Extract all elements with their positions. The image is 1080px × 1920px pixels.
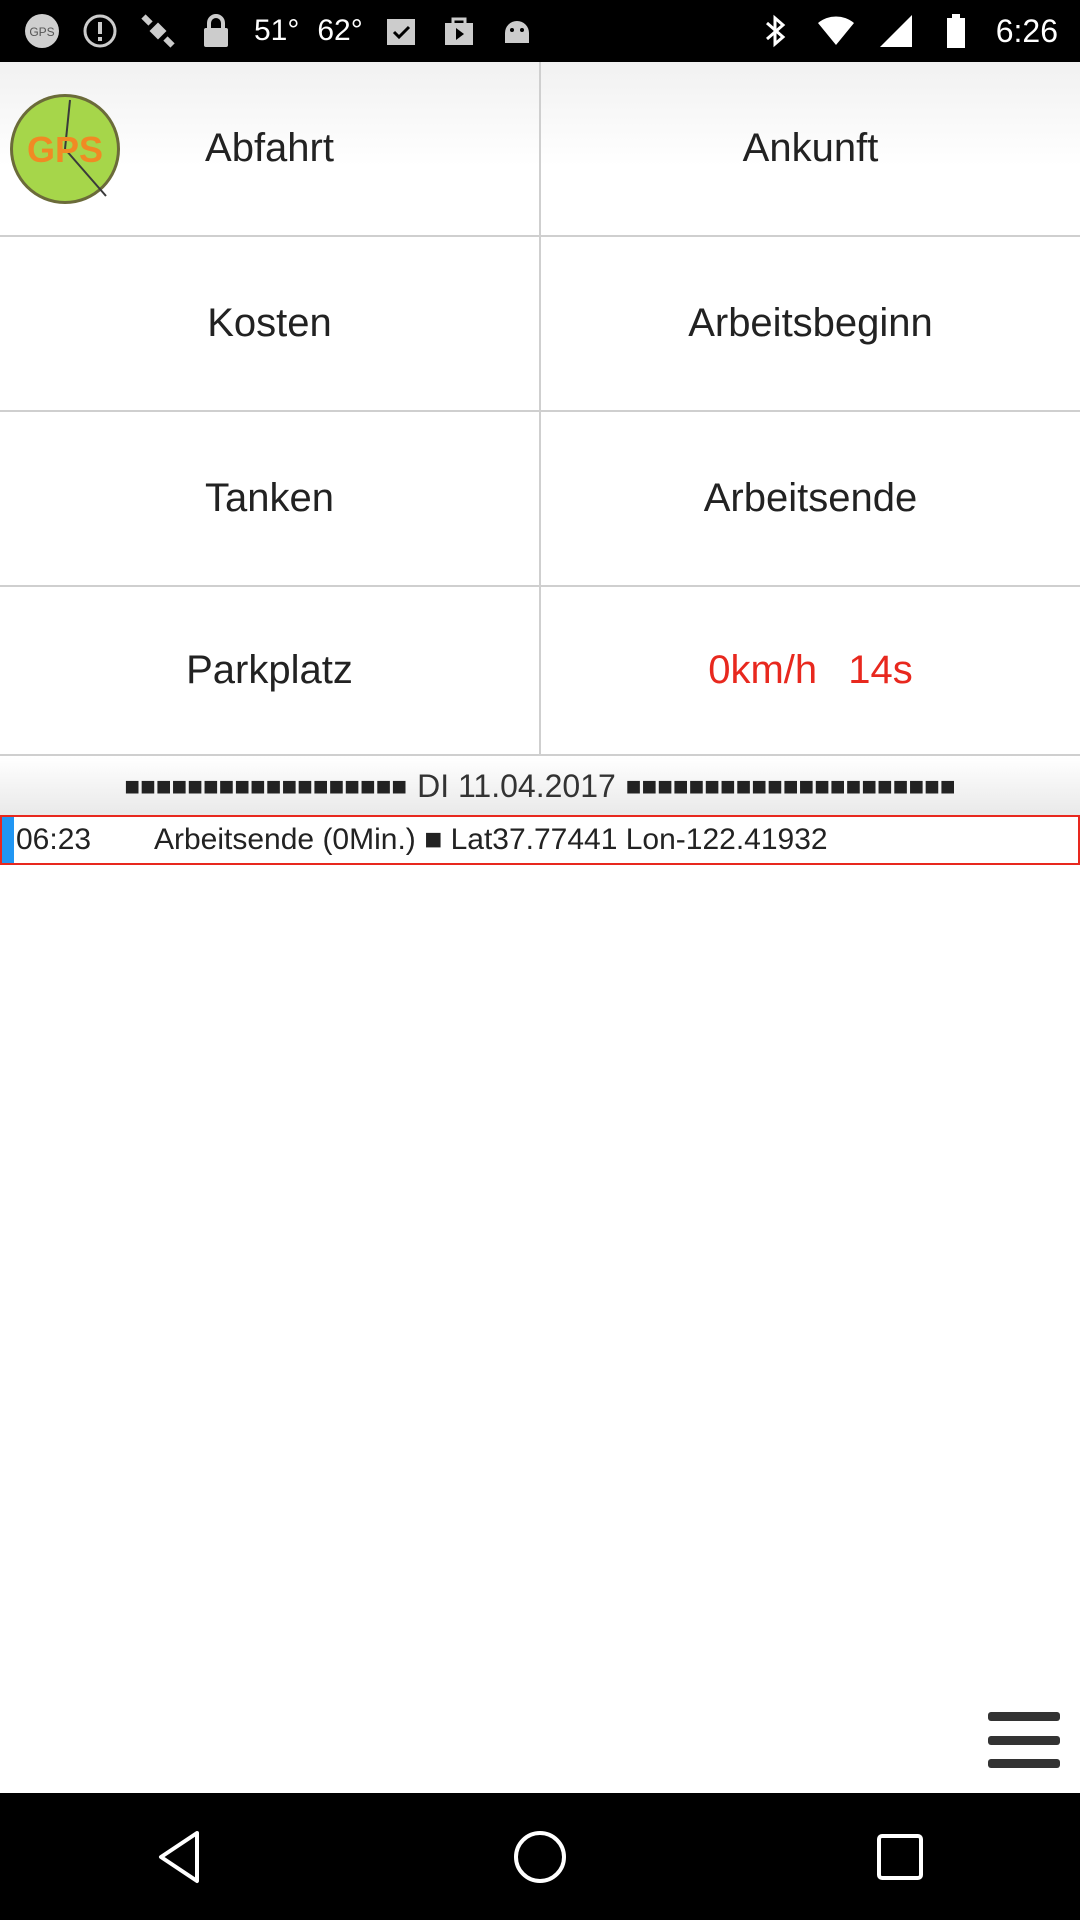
speed-display[interactable]: 0km/h 14s [541, 587, 1080, 754]
date-header: ■■■■■■■■■■■■■■■■■■ DI 11.04.2017 ■■■■■■■… [0, 757, 1080, 815]
menu-icon[interactable] [988, 1712, 1060, 1768]
grid-row-4: Parkplatz 0km/h 14s [0, 587, 1080, 756]
parkplatz-label: Parkplatz [186, 648, 353, 692]
home-icon[interactable] [500, 1817, 580, 1897]
entry-text: Arbeitsende (0Min.) ■ Lat37.77441 Lon-12… [154, 823, 828, 856]
gps-app-icon: GPS [22, 11, 62, 51]
temperature-2: 62° [317, 14, 363, 47]
tanken-button[interactable]: Tanken [0, 412, 541, 585]
satellite-icon [138, 11, 178, 51]
arbeitsbeginn-label: Arbeitsbeginn [688, 301, 933, 345]
recents-icon[interactable] [860, 1817, 940, 1897]
log-entry[interactable]: 06:23 Arbeitsende (0Min.) ■ Lat37.77441 … [0, 815, 1080, 865]
status-left: GPS 51° 62° [0, 11, 537, 51]
speed-value: 0km/h [708, 648, 818, 692]
back-icon[interactable] [140, 1817, 220, 1897]
menu-line-2 [988, 1735, 1060, 1745]
grid-row-2: Kosten Arbeitsbeginn [0, 237, 1080, 412]
wifi-icon [816, 11, 856, 51]
ankunft-label: Ankunft [742, 126, 879, 170]
abfahrt-button[interactable]: GPS Abfahrt [0, 62, 541, 235]
status-right: 6:26 [756, 11, 1080, 51]
bluetooth-icon [756, 11, 796, 51]
date-blocks-right: ■■■■■■■■■■■■■■■■■■■■■ [625, 770, 956, 801]
svg-text:GPS: GPS [29, 25, 54, 39]
tanken-label: Tanken [205, 476, 334, 520]
android-icon [497, 11, 537, 51]
lock-icon [196, 11, 236, 51]
abfahrt-label: Abfahrt [205, 126, 334, 170]
arbeitsbeginn-button[interactable]: Arbeitsbeginn [541, 237, 1080, 410]
grid-row-1: GPS Abfahrt Ankunft [0, 62, 1080, 237]
entry-time: 06:23 [16, 823, 92, 856]
entry-marker [2, 817, 14, 863]
kosten-label: Kosten [207, 301, 332, 345]
battery-icon [936, 11, 976, 51]
alert-icon [80, 11, 120, 51]
menu-line-3 [988, 1759, 1060, 1768]
clock: 6:26 [995, 12, 1058, 49]
grid-row-3: Tanken Arbeitsende [0, 412, 1080, 587]
date-blocks-left: ■■■■■■■■■■■■■■■■■■ [124, 770, 408, 801]
arbeitsende-label: Arbeitsende [703, 476, 918, 520]
menu-line-1 [988, 1712, 1060, 1721]
temperature-1: 51° [254, 14, 300, 47]
play-bag-icon [439, 11, 479, 51]
gps-logo[interactable]: GPS [8, 92, 122, 206]
gps-logo-text: GPS [27, 129, 103, 170]
date-text: DI 11.04.2017 [417, 767, 616, 804]
action-grid: GPS Abfahrt Ankunft Kosten Arbeitsbeginn… [0, 62, 1080, 756]
arbeitsende-button[interactable]: Arbeitsende [541, 412, 1080, 585]
ankunft-button[interactable]: Ankunft [541, 62, 1080, 235]
speed-readout: 0km/h 14s [698, 648, 923, 693]
cellular-icon [876, 11, 916, 51]
parkplatz-button[interactable]: Parkplatz [0, 587, 541, 754]
speed-duration: 14s [848, 648, 913, 692]
status-bar: GPS 51° 62° 6:26 [0, 0, 1080, 62]
clipboard-check-icon [381, 11, 421, 51]
navigation-bar [0, 1793, 1080, 1920]
kosten-button[interactable]: Kosten [0, 237, 541, 410]
